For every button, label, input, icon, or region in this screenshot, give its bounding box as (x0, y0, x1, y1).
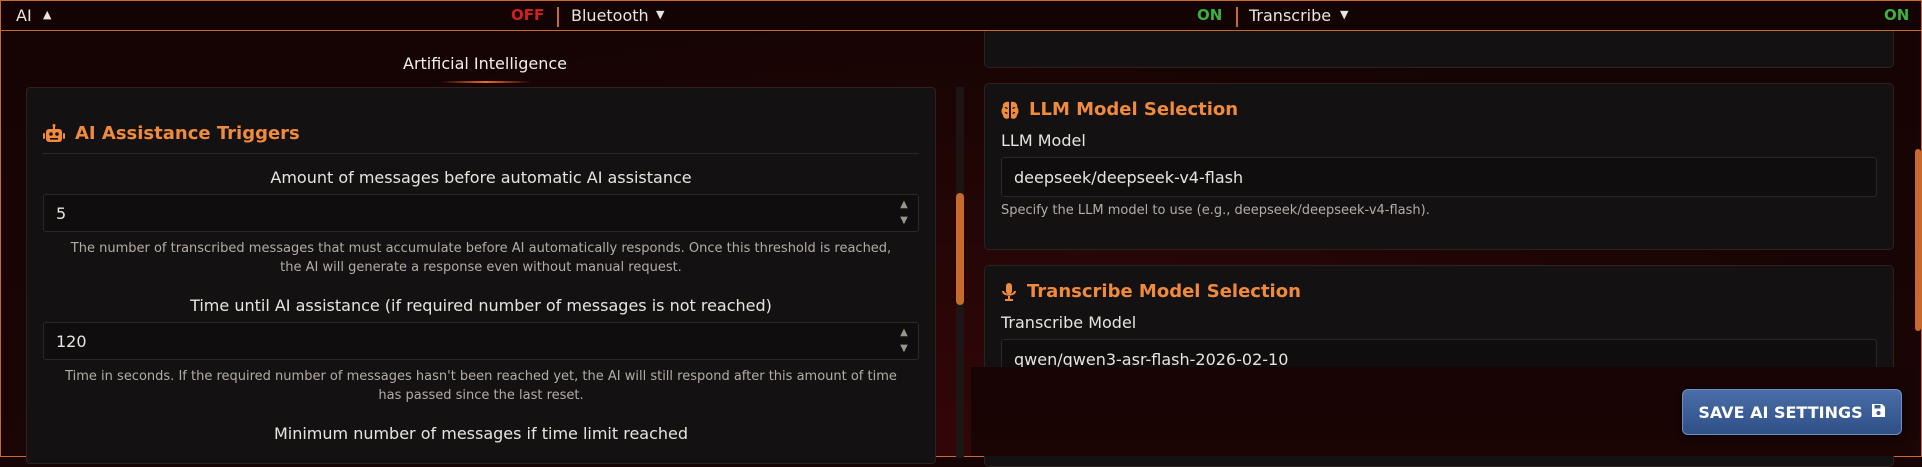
save-ai-settings-label: SAVE AI SETTINGS (1698, 402, 1863, 422)
time-threshold-label: Time until AI assistance (if required nu… (190, 296, 772, 315)
transcribe-model-label: Transcribe Model (1001, 313, 1137, 332)
llm-model-value: deepseek/deepseek-v4-flash (1014, 168, 1244, 187)
transcribe-model-title: Transcribe Model Selection (1027, 281, 1301, 302)
ai-triggers-title: AI Assistance Triggers (75, 123, 300, 144)
min-messages-label: Minimum number of messages if time limit… (273, 424, 689, 443)
robot-icon (43, 123, 65, 144)
chevron-down-icon: ▼ (656, 8, 665, 21)
help-line: Time in seconds. If the required number … (65, 369, 897, 384)
number-stepper[interactable]: ▲ ▼ (894, 325, 914, 357)
time-threshold-input[interactable]: 120 ▲ ▼ (43, 322, 919, 360)
llm-model-label: LLM Model (1001, 131, 1086, 150)
brain-icon (1001, 100, 1019, 120)
llm-model-header: LLM Model Selection (1001, 99, 1238, 120)
toggle-transcribe-state: ON (1884, 6, 1910, 24)
stepper-down-icon[interactable]: ▼ (894, 213, 914, 229)
divider (43, 153, 919, 154)
chevron-down-icon: ▼ (1340, 8, 1349, 21)
left-scrollbar-thumb[interactable] (956, 193, 964, 305)
toggle-ai-state: OFF (511, 6, 545, 24)
previous-card-bottom (984, 31, 1894, 68)
stepper-up-icon[interactable]: ▲ (894, 197, 914, 213)
llm-model-help: Specify the LLM model to use (e.g., deep… (1001, 203, 1430, 218)
time-threshold-help: Time in seconds. If the required number … (43, 367, 919, 405)
top-toggle-bar: AI ▲ OFF Bluetooth ▼ ON Transcribe ▼ ON (1, 1, 1921, 31)
messages-threshold-help: The number of transcribed messages that … (43, 239, 919, 277)
microphone-icon (1001, 282, 1017, 302)
ai-triggers-card: AI Assistance Triggers Amount of message… (26, 87, 936, 464)
save-ai-settings-button[interactable]: SAVE AI SETTINGS (1682, 389, 1902, 435)
toggle-transcribe[interactable]: Transcribe ▼ ON (1238, 1, 1921, 30)
llm-model-card: LLM Model Selection LLM Model deepseek/d… (984, 83, 1894, 250)
ai-triggers-header: AI Assistance Triggers (43, 123, 300, 144)
stepper-down-icon[interactable]: ▼ (894, 341, 914, 357)
right-scrollbar-thumb[interactable] (1915, 149, 1921, 331)
number-stepper[interactable]: ▲ ▼ (894, 197, 914, 229)
time-threshold-value: 120 (56, 332, 87, 351)
messages-threshold-value: 5 (56, 204, 67, 223)
llm-model-input[interactable]: deepseek/deepseek-v4-flash (1001, 157, 1877, 197)
toggle-transcribe-label: Transcribe (1249, 6, 1332, 25)
help-line: has passed since the last reset. (378, 388, 584, 403)
toggle-bluetooth-state: ON (1197, 6, 1223, 24)
toggle-bluetooth-label: Bluetooth (571, 6, 649, 25)
chevron-up-icon: ▲ (43, 8, 52, 21)
toggle-ai[interactable]: AI ▲ OFF (1, 1, 558, 30)
floppy-disk-icon (1871, 403, 1886, 422)
help-line: The number of transcribed messages that … (70, 241, 892, 256)
messages-threshold-label: Amount of messages before automatic AI a… (270, 168, 692, 187)
toggle-ai-label: AI (16, 6, 32, 25)
stepper-up-icon[interactable]: ▲ (894, 325, 914, 341)
section-title: Artificial Intelligence (403, 54, 567, 73)
messages-threshold-input[interactable]: 5 ▲ ▼ (43, 194, 919, 232)
transcribe-model-header: Transcribe Model Selection (1001, 281, 1301, 302)
toggle-bluetooth[interactable]: Bluetooth ▼ ON (559, 1, 1236, 30)
llm-model-title: LLM Model Selection (1029, 99, 1239, 120)
section-title-underline (441, 81, 531, 83)
help-line: the AI will generate a response even wit… (280, 260, 682, 275)
app-frame: AI ▲ OFF Bluetooth ▼ ON Transcribe ▼ ON … (0, 0, 1922, 467)
